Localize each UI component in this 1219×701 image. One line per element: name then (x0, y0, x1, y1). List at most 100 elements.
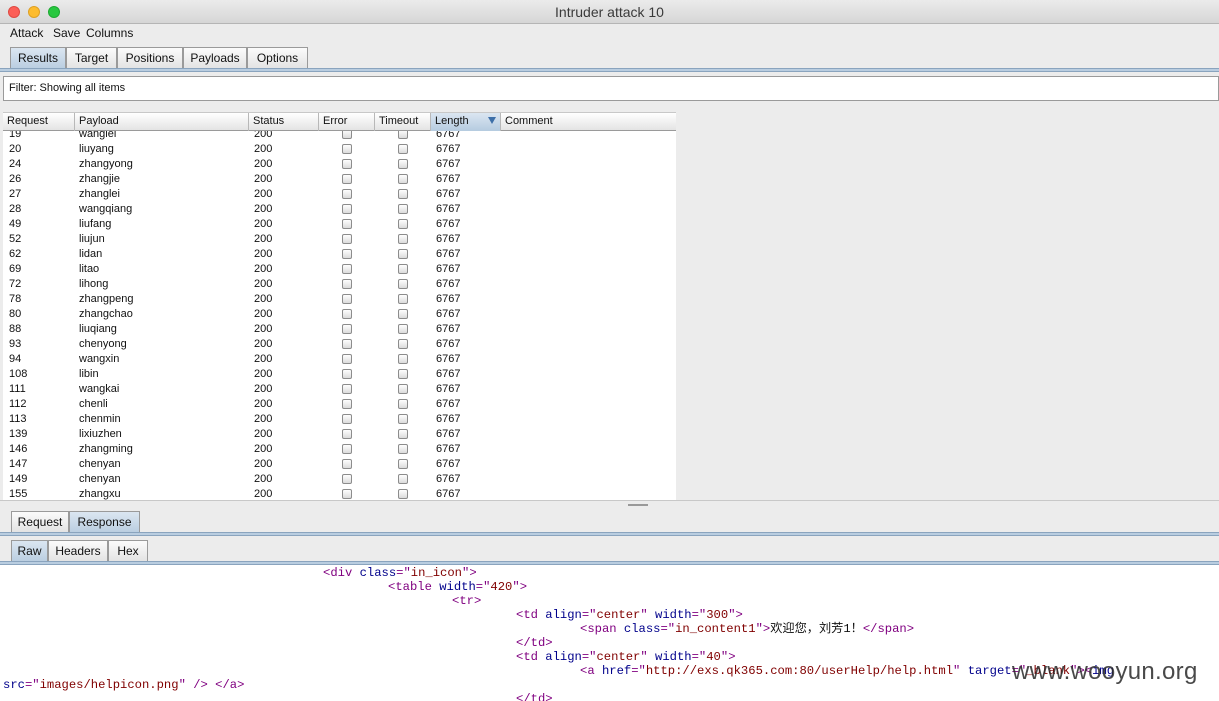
column-header-status[interactable]: Status (249, 113, 319, 131)
column-header-payload[interactable]: Payload (75, 113, 249, 131)
code-token: =" (475, 580, 491, 594)
code-token: "> (512, 580, 528, 594)
code-token: 欢迎您，刘芳1！ (770, 622, 863, 636)
table-row[interactable]: 147 chenyan 200 6767 (3, 457, 676, 472)
tab-raw[interactable]: Raw (11, 540, 48, 562)
code-token: <table (388, 580, 440, 594)
code-token: 420 (490, 580, 513, 594)
payload-cell: wangkai (79, 383, 120, 395)
table-row[interactable]: 112 chenli 200 6767 (3, 397, 676, 412)
code-token: href (601, 664, 632, 678)
column-header-error[interactable]: Error (319, 113, 375, 131)
timeout-checkbox (398, 339, 408, 349)
splitter-grip-icon[interactable] (628, 504, 648, 506)
table-row[interactable]: 28 wangqiang 200 6767 (3, 202, 676, 217)
code-token: "> (728, 608, 743, 622)
length-cell: 6767 (436, 218, 461, 230)
request-cell: 26 (9, 173, 22, 185)
watermark: www.wooyun.org (1012, 658, 1198, 685)
tab-headers[interactable]: Headers (48, 540, 108, 562)
code-token: <span (580, 622, 624, 636)
timeout-checkbox (398, 249, 408, 259)
timeout-checkbox (398, 429, 408, 439)
payload-cell: wanglei (79, 131, 117, 140)
tab-results[interactable]: Results (10, 47, 66, 69)
table-row[interactable]: 69 litao 200 6767 (3, 262, 676, 277)
request-cell: 139 (9, 428, 28, 440)
table-row[interactable]: 80 zhangchao 200 6767 (3, 307, 676, 322)
payload-cell: liujun (79, 233, 105, 245)
menu-attack[interactable]: Attack (10, 26, 43, 40)
table-row[interactable]: 26 zhangjie 200 6767 (3, 172, 676, 187)
error-checkbox (342, 219, 352, 229)
table-row[interactable]: 108 libin 200 6767 (3, 367, 676, 382)
error-checkbox (342, 309, 352, 319)
length-cell: 6767 (436, 398, 461, 410)
table-row[interactable]: 72 lihong 200 6767 (3, 277, 676, 292)
tab-positions[interactable]: Positions (117, 47, 183, 69)
table-row[interactable]: 149 chenyan 200 6767 (3, 472, 676, 487)
table-row[interactable]: 155 zhangxu 200 6767 (3, 487, 676, 500)
code-token: =" (631, 664, 646, 678)
error-checkbox (342, 324, 352, 334)
length-cell: 6767 (436, 131, 461, 140)
status-cell: 200 (254, 188, 273, 200)
table-row[interactable]: 94 wangxin 200 6767 (3, 352, 676, 367)
code-token: class (623, 622, 661, 636)
table-row[interactable]: 139 lixiuzhen 200 6767 (3, 427, 676, 442)
table-row[interactable]: 62 lidan 200 6767 (3, 247, 676, 262)
table-row[interactable]: 88 liuqiang 200 6767 (3, 322, 676, 337)
timeout-checkbox (398, 444, 408, 454)
payload-cell: zhangchao (79, 308, 133, 320)
request-cell: 28 (9, 203, 22, 215)
payload-cell: wangqiang (79, 203, 133, 215)
table-row[interactable]: 24 zhangyong 200 6767 (3, 157, 676, 172)
table-header: Request Payload Status Error Timeout Len… (3, 112, 676, 131)
tab-options[interactable]: Options (247, 47, 308, 69)
column-header-length[interactable]: Length (431, 113, 501, 131)
tab-target[interactable]: Target (66, 47, 117, 69)
status-cell: 200 (254, 158, 273, 170)
code-token: 40 (706, 650, 721, 664)
response-code-line: <tr> (452, 594, 481, 608)
status-cell: 200 (254, 398, 273, 410)
pane-splitter[interactable] (0, 500, 1219, 509)
response-code-line: </td> (516, 692, 553, 701)
error-checkbox (342, 189, 352, 199)
table-row[interactable]: 111 wangkai 200 6767 (3, 382, 676, 397)
request-cell: 72 (9, 278, 22, 290)
request-cell: 49 (9, 218, 22, 230)
code-token: =" (691, 650, 707, 664)
column-header-request[interactable]: Request (3, 113, 75, 131)
table-row[interactable]: 52 liujun 200 6767 (3, 232, 676, 247)
code-token: "> (462, 566, 477, 580)
request-cell: 149 (9, 473, 28, 485)
table-row[interactable]: 113 chenmin 200 6767 (3, 412, 676, 427)
code-token: "> (720, 650, 736, 664)
tab-request[interactable]: Request (11, 511, 69, 533)
tab-response[interactable]: Response (69, 511, 140, 533)
table-row[interactable]: 27 zhanglei 200 6767 (3, 187, 676, 202)
code-token: " /> </a> (178, 678, 245, 692)
request-cell: 111 (9, 383, 26, 395)
tab-hex[interactable]: Hex (108, 540, 148, 562)
tab-payloads[interactable]: Payloads (183, 47, 247, 69)
length-cell: 6767 (436, 278, 461, 290)
status-cell: 200 (254, 368, 273, 380)
code-token: 300 (706, 608, 729, 622)
menu-columns[interactable]: Columns (86, 26, 133, 40)
table-row[interactable]: 93 chenyong 200 6767 (3, 337, 676, 352)
table-row[interactable]: 49 liufang 200 6767 (3, 217, 676, 232)
table-row[interactable]: 20 liuyang 200 6767 (3, 142, 676, 157)
request-cell: 24 (9, 158, 22, 170)
filter-bar[interactable]: Filter: Showing all items (3, 76, 1219, 101)
payload-cell: zhangpeng (79, 293, 134, 305)
length-cell: 6767 (436, 188, 461, 200)
message-tab-underline (0, 532, 1219, 536)
column-header-comment[interactable]: Comment (501, 113, 676, 131)
table-row[interactable]: 78 zhangpeng 200 6767 (3, 292, 676, 307)
table-row[interactable]: 19 wanglei 200 6767 (3, 131, 676, 142)
menu-save[interactable]: Save (53, 26, 80, 40)
column-header-timeout[interactable]: Timeout (375, 113, 431, 131)
table-row[interactable]: 146 zhangming 200 6767 (3, 442, 676, 457)
